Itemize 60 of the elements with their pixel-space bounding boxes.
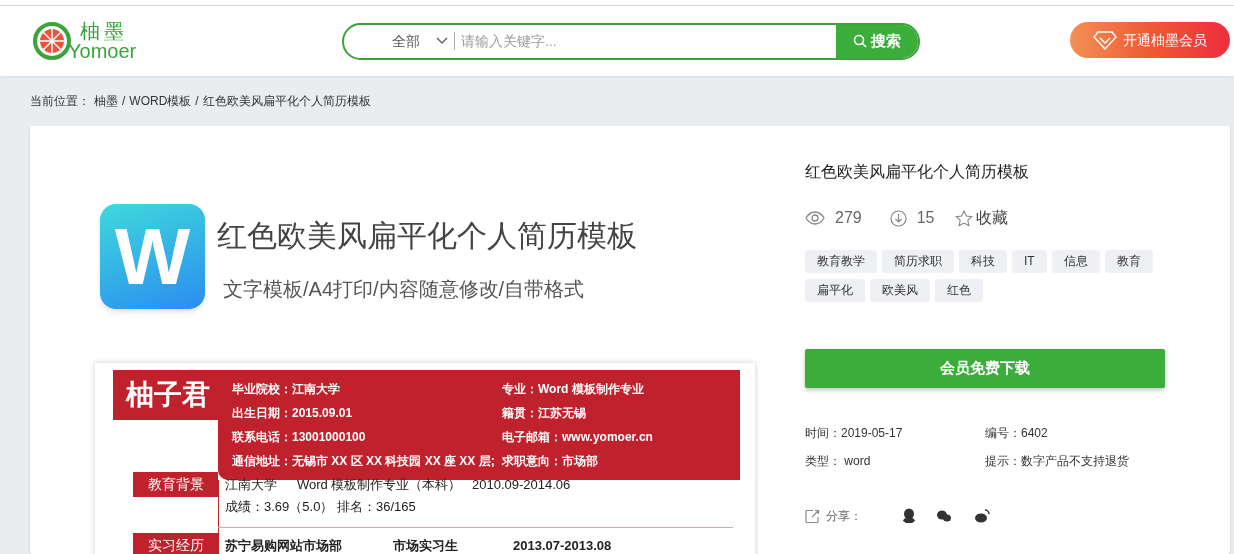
section-heading: 实习经历 <box>133 533 218 554</box>
resume-field: 籍贯：江苏无锡 <box>502 404 740 422</box>
category-select[interactable]: 全部 <box>392 30 420 52</box>
resume-field: 联系电话：13001000100 <box>232 428 502 446</box>
breadcrumb-label: 当前位置： <box>30 93 90 110</box>
resume-field: 毕业院校：江南大学 <box>232 380 502 398</box>
template-title: 红色欧美风扁平化个人简历模板 <box>805 162 1030 182</box>
section-heading: 教育背景 <box>133 472 218 497</box>
caret-icon[interactable] <box>436 37 448 45</box>
resume-text: 2010.09-2014.06 <box>472 476 572 494</box>
breadcrumb-separator: / <box>122 93 126 110</box>
search-field[interactable]: 全部 请输入关键字... 搜索 <box>342 22 920 60</box>
eye-icon <box>805 211 825 225</box>
tag[interactable]: 科技 <box>959 250 1007 273</box>
logo-text: 柚墨 <box>80 21 129 41</box>
app-icon: W <box>100 204 205 309</box>
tag[interactable]: 信息 <box>1051 250 1100 273</box>
tag[interactable]: 欧美风 <box>870 279 930 302</box>
tag[interactable]: 教育 <box>1104 250 1153 273</box>
breadcrumb-link[interactable]: 红色欧美风扁平化个人简历模板 <box>202 92 371 110</box>
meta-text: 时间：2019-05-17 <box>805 425 904 442</box>
resume-field: 出生日期：2015.09.01 <box>232 404 502 422</box>
chat-bubbles-icon[interactable] <box>936 509 952 523</box>
download-count: 15 <box>916 208 935 228</box>
resume-field: 专业：Word 模板制作专业 <box>502 380 740 398</box>
search-icon <box>853 34 867 48</box>
breadcrumb-link[interactable]: WORD模板 <box>129 92 192 110</box>
resume-text: 市场实习生 <box>393 537 459 554</box>
resume-field: 电子邮箱：www.yomoer.cn <box>502 428 740 446</box>
tag[interactable]: IT <box>1012 250 1047 273</box>
resume-field: 求职意向：市场部 <box>502 452 740 470</box>
resume-text: 成绩：3.69（5.0） <box>225 498 335 516</box>
resume-text: 2013.07-2013.08 <box>513 537 613 554</box>
view-count: 279 <box>835 208 862 228</box>
tag[interactable]: 扁平化 <box>805 279 865 302</box>
breadcrumb-link[interactable]: 柚墨 <box>94 92 118 110</box>
resume-text: Word 模板制作专业（本科） <box>297 476 463 494</box>
grapefruit-logo-icon <box>32 21 72 61</box>
meta-text: 类型： word <box>805 453 872 470</box>
banner-title: 红色欧美风扁平化个人简历模板 <box>217 218 637 254</box>
penguin-icon[interactable] <box>902 508 916 524</box>
download-icon <box>889 209 907 227</box>
meta-text: 提示：数字产品不支持退货 <box>985 453 1130 470</box>
share-icon <box>805 508 820 524</box>
banner-subtitle: 文字模板/A4打印/内容随意修改/自带格式 <box>223 277 586 302</box>
share-label: 分享： <box>826 508 862 525</box>
favorite-button[interactable]: 收藏 <box>954 206 1008 230</box>
tag[interactable]: 红色 <box>935 279 983 302</box>
meta-text: 编号：6402 <box>985 425 1049 442</box>
diamond-icon <box>1093 30 1117 50</box>
tag[interactable]: 简历求职 <box>882 250 954 273</box>
resume-text: 江南大学 <box>225 476 278 494</box>
vip-button[interactable]: 开通柚墨会员 <box>1070 22 1230 58</box>
resume-text: 苏宁易购网站市场部 <box>225 537 343 554</box>
resume-field: 通信地址：无锡市 XX 区 XX 科技园 XX 座 XX 层; <box>232 452 502 470</box>
tag[interactable]: 教育教学 <box>805 250 877 273</box>
logo-wordmark: Yomoer <box>68 41 137 61</box>
breadcrumb-separator: / <box>195 93 199 110</box>
resume-text: 排名：36/165 <box>337 498 417 516</box>
star-icon <box>954 209 973 227</box>
